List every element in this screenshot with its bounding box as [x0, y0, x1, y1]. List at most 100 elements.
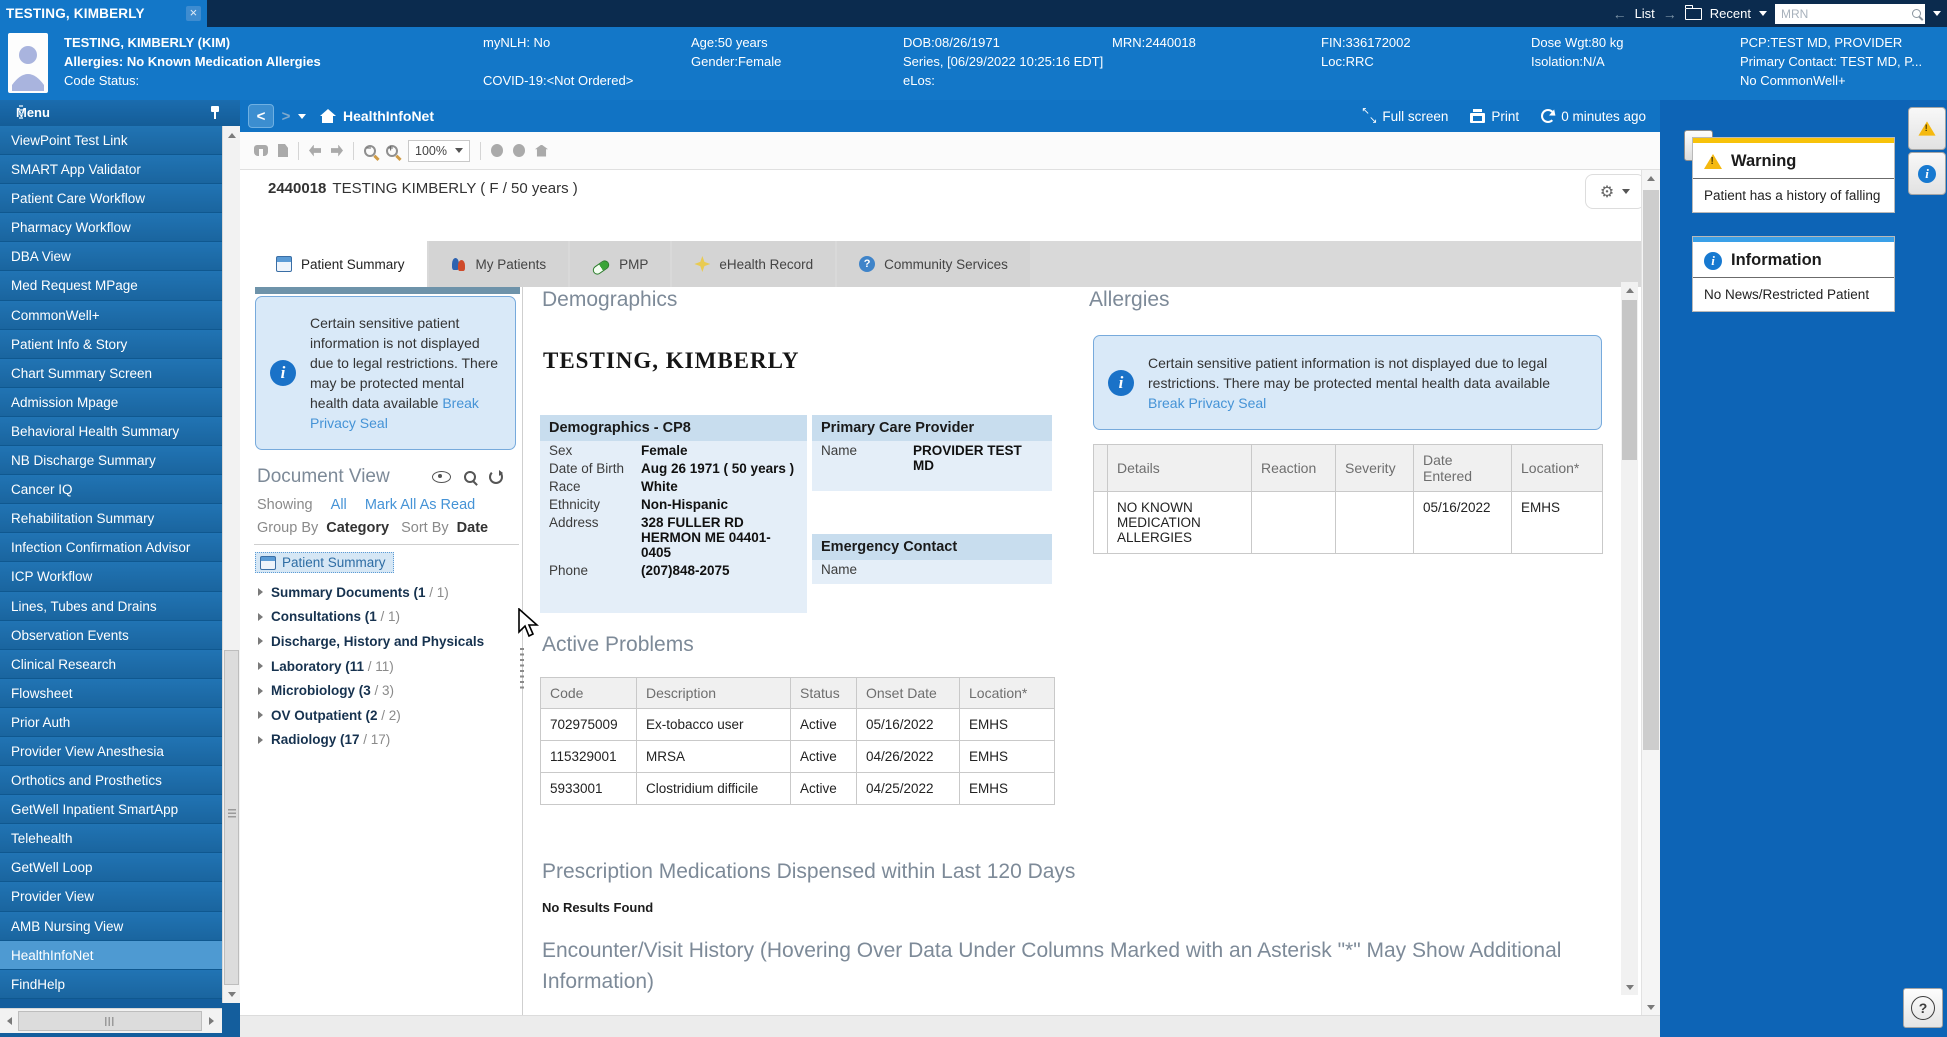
nav-chevron-down-icon[interactable] — [298, 114, 306, 119]
sidebar-item[interactable]: Provider View Anesthesia — [0, 737, 222, 766]
pin-icon[interactable] — [210, 106, 220, 119]
sidebar-item[interactable]: Clinical Research — [0, 650, 222, 679]
scroll-up-icon[interactable] — [1642, 170, 1660, 186]
tab[interactable]: My Patients — [429, 241, 569, 287]
refresh-icon[interactable] — [489, 470, 503, 484]
patient-chart-tab[interactable]: TESTING, KIMBERLY × — [0, 0, 207, 27]
back-button[interactable]: < — [248, 104, 274, 128]
expand-icon[interactable] — [258, 613, 263, 621]
scroll-left-icon[interactable] — [0, 1011, 18, 1031]
sidebar-item[interactable]: Rehabilitation Summary — [0, 504, 222, 533]
scroll-down-icon[interactable] — [1642, 999, 1660, 1015]
sidebar-horizontal-scrollbar[interactable] — [0, 1008, 222, 1033]
sort-by-value[interactable]: Date — [457, 520, 488, 536]
eye-icon[interactable] — [432, 471, 451, 483]
sidebar-item[interactable]: Behavioral Health Summary — [0, 417, 222, 446]
sidebar-item[interactable]: Pharmacy Workflow — [0, 213, 222, 242]
search-input[interactable] — [1779, 6, 1912, 22]
sidebar-item[interactable]: CommonWell+ — [0, 301, 222, 330]
expand-icon[interactable] — [258, 736, 263, 744]
sidebar-item[interactable]: Patient Care Workflow — [0, 184, 222, 213]
sidebar-item[interactable]: SMART App Validator — [0, 155, 222, 184]
help-button[interactable]: ? — [1903, 988, 1943, 1028]
search-icon[interactable] — [464, 471, 476, 483]
expand-icon[interactable] — [258, 588, 263, 596]
frame-vertical-scrollbar[interactable] — [1641, 170, 1660, 1015]
scrollbar-thumb[interactable] — [1643, 190, 1659, 750]
sidebar-item[interactable]: ICP Workflow — [0, 562, 222, 591]
sidebar-item[interactable]: Patient Info & Story — [0, 330, 222, 359]
sidebar-item[interactable]: Admission Mpage — [0, 388, 222, 417]
sidebar-item[interactable]: NB Discharge Summary — [0, 446, 222, 475]
sidebar-item[interactable]: Prior Auth — [0, 708, 222, 737]
search-icon[interactable] — [1912, 9, 1921, 18]
expand-icon[interactable] — [258, 637, 263, 645]
zoom-out-icon[interactable]: − — [364, 145, 376, 157]
break-privacy-seal-link[interactable]: Break Privacy Seal — [1148, 395, 1266, 411]
previous-page-icon[interactable] — [309, 145, 321, 157]
list-label[interactable]: List — [1635, 6, 1655, 21]
menu-grip-icon[interactable] — [19, 105, 23, 121]
sidebar-item[interactable]: Telehealth — [0, 824, 222, 853]
list-next-icon[interactable]: → — [1663, 6, 1677, 22]
search-chevron-down-icon[interactable] — [1933, 11, 1941, 16]
sidebar-item[interactable]: DBA View — [0, 242, 222, 271]
tool-circle-icon[interactable] — [513, 144, 525, 157]
list-prev-icon[interactable]: ← — [1613, 6, 1627, 22]
sidebar-item[interactable]: Lines, Tubes and Drains — [0, 592, 222, 621]
sidebar-item[interactable]: GetWell Loop — [0, 853, 222, 882]
recent-chevron-down-icon[interactable] — [1759, 11, 1767, 16]
scroll-right-icon[interactable] — [202, 1011, 220, 1031]
sidebar-item[interactable]: ViewPoint Test Link — [0, 126, 222, 155]
splitter-handle[interactable] — [520, 648, 524, 690]
close-icon[interactable]: × — [186, 6, 201, 21]
scrollbar-thumb[interactable] — [224, 650, 239, 985]
scroll-down-icon[interactable] — [1621, 979, 1638, 995]
sidebar-vertical-scrollbar[interactable] — [222, 126, 240, 1003]
next-page-icon[interactable] — [331, 145, 343, 157]
tool-circle-icon[interactable] — [491, 144, 503, 157]
scroll-up-icon[interactable] — [223, 126, 241, 144]
tree-category-row[interactable]: Discharge, History and Physicals — [255, 629, 515, 654]
settings-button[interactable]: ⚙ — [1585, 174, 1645, 209]
tab[interactable]: PMP — [570, 241, 670, 287]
scroll-down-icon[interactable] — [223, 985, 241, 1003]
tree-category-row[interactable]: Microbiology (3 / 3) — [255, 678, 515, 703]
zoom-level-select[interactable]: 100% — [408, 140, 470, 162]
mark-all-read-link[interactable]: Mark All As Read — [365, 497, 475, 513]
scrollbar-thumb[interactable] — [18, 1011, 202, 1031]
tab[interactable]: Patient Summary — [254, 241, 427, 287]
scroll-up-icon[interactable] — [1621, 282, 1638, 298]
tab[interactable]: Community Services — [837, 241, 1030, 287]
information-toggle-button[interactable]: i — [1908, 152, 1946, 195]
recent-label[interactable]: Recent — [1710, 6, 1751, 21]
sidebar-item[interactable]: FindHelp — [0, 970, 222, 999]
sidebar-item[interactable]: AMB Nursing View — [0, 912, 222, 941]
tree-category-row[interactable]: Consultations (1 / 1) — [255, 605, 515, 630]
sidebar-item[interactable]: Flowsheet — [0, 679, 222, 708]
scrollbar-thumb[interactable] — [1622, 300, 1637, 460]
content-vertical-scrollbar[interactable] — [1621, 282, 1638, 995]
sidebar-item[interactable]: HealthInfoNet — [0, 941, 222, 970]
find-icon[interactable] — [254, 145, 268, 156]
warnings-toggle-button[interactable] — [1908, 107, 1946, 150]
filter-all-link[interactable]: All — [331, 497, 347, 513]
document-icon[interactable] — [278, 144, 288, 157]
sidebar-item[interactable]: GetWell Inpatient SmartApp — [0, 795, 222, 824]
tree-category-row[interactable]: Laboratory (11 / 11) — [255, 654, 515, 679]
expand-icon[interactable] — [258, 711, 263, 719]
tab[interactable]: eHealth Record — [672, 241, 835, 287]
sidebar-item[interactable]: Observation Events — [0, 621, 222, 650]
tool-home-icon[interactable] — [535, 145, 548, 157]
zoom-in-icon[interactable]: + — [386, 145, 398, 157]
tree-category-row[interactable]: OV Outpatient (2 / 2) — [255, 703, 515, 728]
refresh-button[interactable]: 0 minutes ago — [1541, 109, 1646, 124]
full-screen-button[interactable]: Full screen — [1362, 109, 1448, 124]
print-button[interactable]: Print — [1470, 109, 1519, 124]
sidebar-item[interactable]: Chart Summary Screen — [0, 359, 222, 388]
forward-button[interactable]: > — [274, 105, 298, 127]
sidebar-item[interactable]: Orthotics and Prosthetics — [0, 766, 222, 795]
group-by-value[interactable]: Category — [326, 520, 389, 536]
sidebar-item[interactable]: Provider View — [0, 882, 222, 911]
home-icon[interactable] — [320, 110, 335, 123]
